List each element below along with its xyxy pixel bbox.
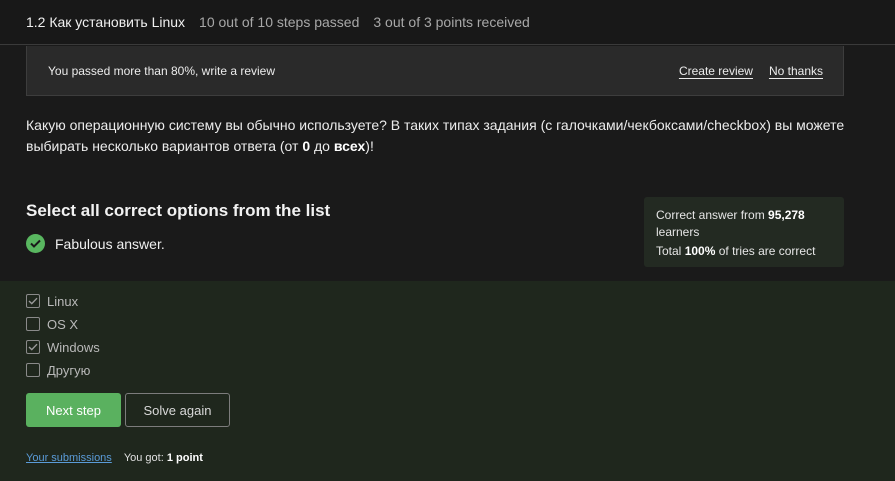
correct-percent: 100% [684, 244, 716, 258]
points-progress: 3 out of 3 points received [373, 14, 530, 30]
question-bold-zero: 0 [302, 138, 311, 154]
learners-count: 95,278 [768, 208, 805, 222]
create-review-link[interactable]: Create review [679, 64, 753, 78]
answer-stats-card: Correct answer from 95,278 learners Tota… [644, 197, 844, 267]
answer-area [0, 281, 895, 481]
question-text-part1: Какую операционную систему вы обычно исп… [26, 117, 845, 154]
stats-prefix: Correct answer from [656, 208, 769, 222]
option-label: OS X [47, 316, 79, 332]
stats-total-line: Total 100% of tries are correct [656, 243, 832, 260]
checkbox-windows[interactable] [26, 340, 40, 354]
option-linux[interactable]: Linux [26, 292, 78, 310]
no-thanks-link[interactable]: No thanks [769, 64, 823, 78]
option-other[interactable]: Другую [26, 361, 90, 379]
stats-total-prefix: Total [656, 244, 685, 258]
question-text-part2: до [310, 138, 334, 154]
instruction-heading: Select all correct options from the list [26, 201, 331, 220]
steps-progress: 10 out of 10 steps passed [199, 14, 360, 30]
checkbox-other[interactable] [26, 363, 40, 377]
option-label: Другую [47, 362, 91, 378]
option-label: Windows [47, 339, 100, 355]
option-windows[interactable]: Windows [26, 338, 100, 356]
next-step-button[interactable]: Next step [26, 393, 121, 427]
points-got-value: 1 point [166, 452, 203, 464]
your-submissions-link[interactable]: Your submissions [26, 452, 112, 464]
review-message: You passed more than 80%, write a review [48, 63, 276, 78]
result-text: Fabulous answer. [55, 235, 165, 252]
check-circle-icon [26, 234, 45, 253]
question-text-part3: )! [365, 138, 374, 154]
points-got-prefix: You got: [123, 452, 164, 464]
stats-total-suffix: of tries are correct [715, 244, 816, 258]
question-bold-all: всех [333, 138, 366, 154]
stats-correct-line: Correct answer from 95,278 learners [656, 207, 832, 241]
stats-learners-suffix: learners [656, 225, 700, 239]
lesson-title: 1.2 Как установить Linux [26, 14, 186, 30]
checkbox-linux[interactable] [26, 294, 40, 308]
option-osx[interactable]: OS X [26, 315, 78, 333]
checkbox-osx[interactable] [26, 317, 40, 331]
submission-footer: Your submissions You got: 1 point [26, 452, 203, 464]
lesson-header: 1.2 Как установить Linux 10 out of 10 st… [0, 0, 895, 45]
question-text: Какую операционную систему вы обычно исп… [26, 115, 846, 157]
review-banner: You passed more than 80%, write a review… [26, 46, 844, 96]
option-label: Linux [47, 293, 79, 309]
result-feedback: Fabulous answer. [26, 234, 165, 253]
solve-again-button[interactable]: Solve again [125, 393, 230, 427]
